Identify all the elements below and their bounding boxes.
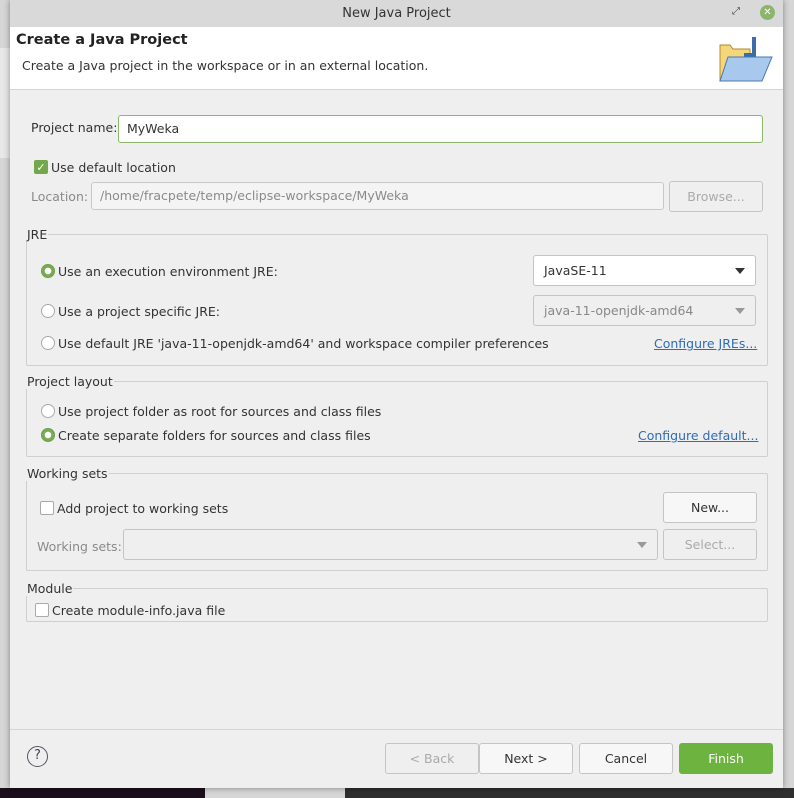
working-sets-label: Working sets: xyxy=(37,539,122,554)
project-jre-value: java-11-openjdk-amd64 xyxy=(544,303,694,318)
jre-project-specific-label: Use a project specific JRE: xyxy=(58,304,220,319)
folder-icon xyxy=(719,37,773,82)
select-working-sets-button[interactable]: Select... xyxy=(663,529,757,560)
title-bar: New Java Project xyxy=(10,0,783,27)
add-working-sets-checkbox[interactable] xyxy=(40,501,54,515)
jre-default-label: Use default JRE 'java-11-openjdk-amd64' … xyxy=(58,336,549,351)
jre-group-title: JRE xyxy=(26,227,49,242)
next-button[interactable]: Next > xyxy=(479,743,573,774)
close-icon[interactable]: ✕ xyxy=(760,5,775,20)
finish-button[interactable]: Finish xyxy=(679,743,773,774)
add-working-sets-label: Add project to working sets xyxy=(57,501,229,516)
jre-project-specific-radio[interactable] xyxy=(41,304,55,318)
module-title: Module xyxy=(26,581,74,596)
cancel-button[interactable]: Cancel xyxy=(579,743,673,774)
execution-env-value: JavaSE-11 xyxy=(544,263,607,278)
browse-button[interactable]: Browse... xyxy=(669,181,763,212)
project-name-label: Project name: xyxy=(31,120,118,135)
wizard-header: Create a Java Project Create a Java proj… xyxy=(10,27,783,90)
background-console xyxy=(345,788,794,798)
layout-separate-radio[interactable] xyxy=(41,428,55,442)
page-description: Create a Java project in the workspace o… xyxy=(22,58,429,73)
layout-root-radio[interactable] xyxy=(41,404,55,418)
location-label: Location: xyxy=(31,189,89,204)
new-working-set-button[interactable]: New... xyxy=(663,492,757,523)
jre-execution-env-label: Use an execution environment JRE: xyxy=(58,264,278,279)
module-info-label: Create module-info.java file xyxy=(52,603,226,618)
working-sets-select[interactable] xyxy=(123,529,658,560)
jre-execution-env-radio[interactable] xyxy=(41,264,55,278)
background-terminal xyxy=(0,788,205,798)
layout-root-label: Use project folder as root for sources a… xyxy=(58,404,382,419)
location-input[interactable]: /home/fracpete/temp/eclipse-workspace/My… xyxy=(91,182,664,210)
working-sets-title: Working sets xyxy=(26,466,109,481)
use-default-location-checkbox[interactable]: ✓ xyxy=(34,160,48,174)
jre-default-radio[interactable] xyxy=(41,336,55,350)
chevron-down-icon xyxy=(637,542,647,548)
help-icon[interactable]: ? xyxy=(27,746,48,767)
page-title: Create a Java Project xyxy=(16,32,188,48)
project-name-input[interactable]: MyWeka xyxy=(118,115,763,143)
back-button[interactable]: < Back xyxy=(385,743,479,774)
configure-jres-link[interactable]: Configure JREs... xyxy=(654,336,757,351)
project-jre-select[interactable]: java-11-openjdk-amd64 xyxy=(533,295,756,326)
layout-separate-label: Create separate folders for sources and … xyxy=(58,428,371,443)
new-java-project-dialog: New Java Project ⤢ ✕ Create a Java Proje… xyxy=(10,0,783,788)
use-default-location-label: Use default location xyxy=(51,160,176,175)
chevron-down-icon xyxy=(735,308,745,314)
background-window xyxy=(0,48,10,158)
project-layout-title: Project layout xyxy=(26,374,114,389)
module-info-checkbox[interactable] xyxy=(35,603,49,617)
divider xyxy=(10,729,783,730)
maximize-icon[interactable]: ⤢ xyxy=(732,6,740,17)
configure-default-link[interactable]: Configure default... xyxy=(638,428,758,443)
execution-env-select[interactable]: JavaSE-11 xyxy=(533,255,756,286)
project-layout-group xyxy=(26,381,768,457)
chevron-down-icon xyxy=(735,268,745,274)
